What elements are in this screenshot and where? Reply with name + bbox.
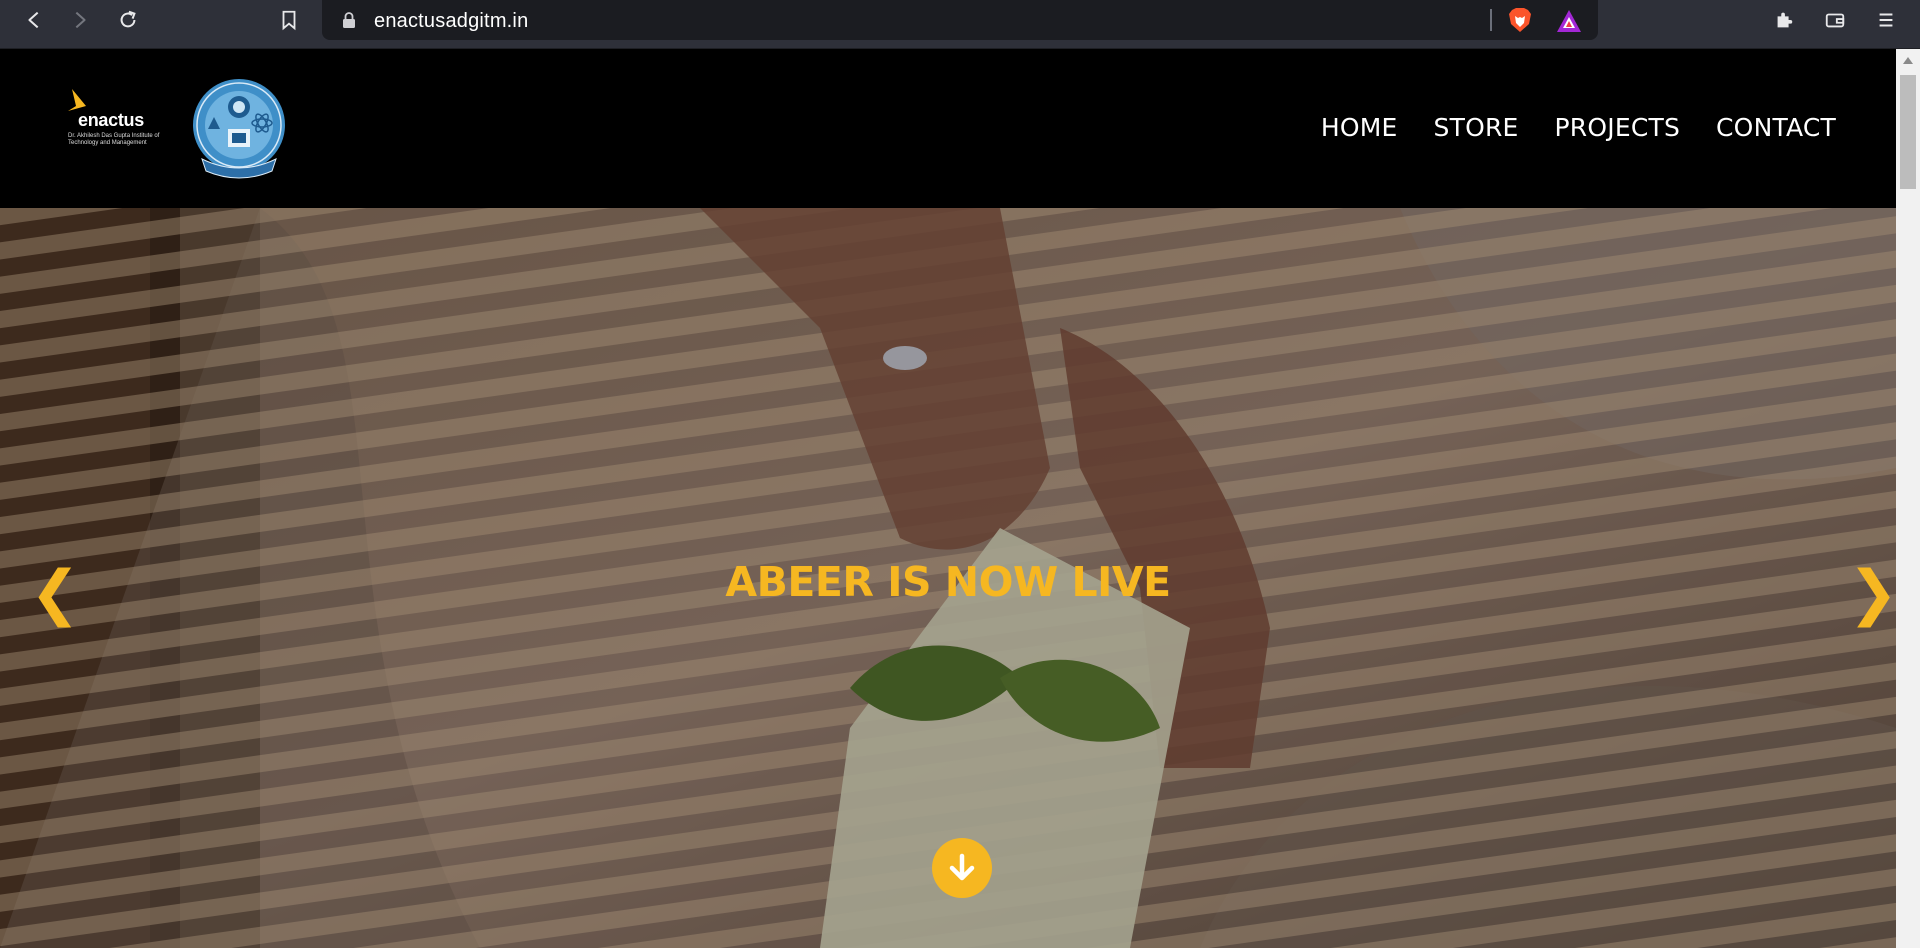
url-divider (1490, 9, 1492, 31)
logo-brand-text: enactus (78, 110, 144, 130)
nav-projects[interactable]: PROJECTS (1555, 113, 1681, 142)
enactus-logo[interactable]: enactus Dr. Akhilesh Das Gupta Institute… (66, 89, 166, 147)
logo-subtitle: Dr. Akhilesh Das Gupta Institute of Tech… (68, 133, 160, 146)
website: enactus Dr. Akhilesh Das Gupta Institute… (0, 49, 1896, 948)
scrollbar-thumb[interactable] (1900, 75, 1916, 189)
site-header: enactus Dr. Akhilesh Das Gupta Institute… (0, 49, 1896, 208)
hero-title: ABEER IS NOW LIVE (725, 558, 1171, 606)
menu-icon[interactable] (1868, 5, 1904, 35)
hero-slider: ABEER IS NOW LIVE ❮ ❯ (0, 208, 1896, 948)
nav-home[interactable]: HOME (1321, 113, 1398, 142)
main-nav: HOME STORE PROJECTS CONTACT (1321, 113, 1836, 142)
extensions-icon[interactable] (1766, 5, 1802, 35)
brave-shields-icon[interactable] (1506, 6, 1534, 34)
nav-contact[interactable]: CONTACT (1716, 113, 1836, 142)
scroll-up-arrow-icon[interactable] (1902, 55, 1914, 65)
page-scrollbar[interactable] (1896, 49, 1920, 948)
address-bar[interactable]: enactusadgitm.in (322, 0, 1598, 40)
lock-icon (343, 12, 355, 28)
scroll-down-button[interactable] (932, 838, 992, 898)
back-icon[interactable] (16, 5, 52, 35)
brave-rewards-icon[interactable] (1555, 8, 1583, 34)
browser-toolbar: enactusadgitm.in (0, 0, 1920, 49)
slider-next-button[interactable]: ❯ (1848, 563, 1896, 623)
arrow-down-icon (949, 853, 975, 881)
url-text[interactable]: enactusadgitm.in (374, 10, 528, 33)
nav-store[interactable]: STORE (1434, 113, 1519, 142)
institute-seal-logo[interactable] (188, 77, 290, 181)
bookmark-icon[interactable] (271, 5, 307, 35)
slider-prev-button[interactable]: ❮ (30, 563, 80, 623)
wallet-icon[interactable] (1817, 5, 1853, 35)
reload-icon[interactable] (110, 5, 146, 35)
forward-icon[interactable] (62, 5, 98, 35)
